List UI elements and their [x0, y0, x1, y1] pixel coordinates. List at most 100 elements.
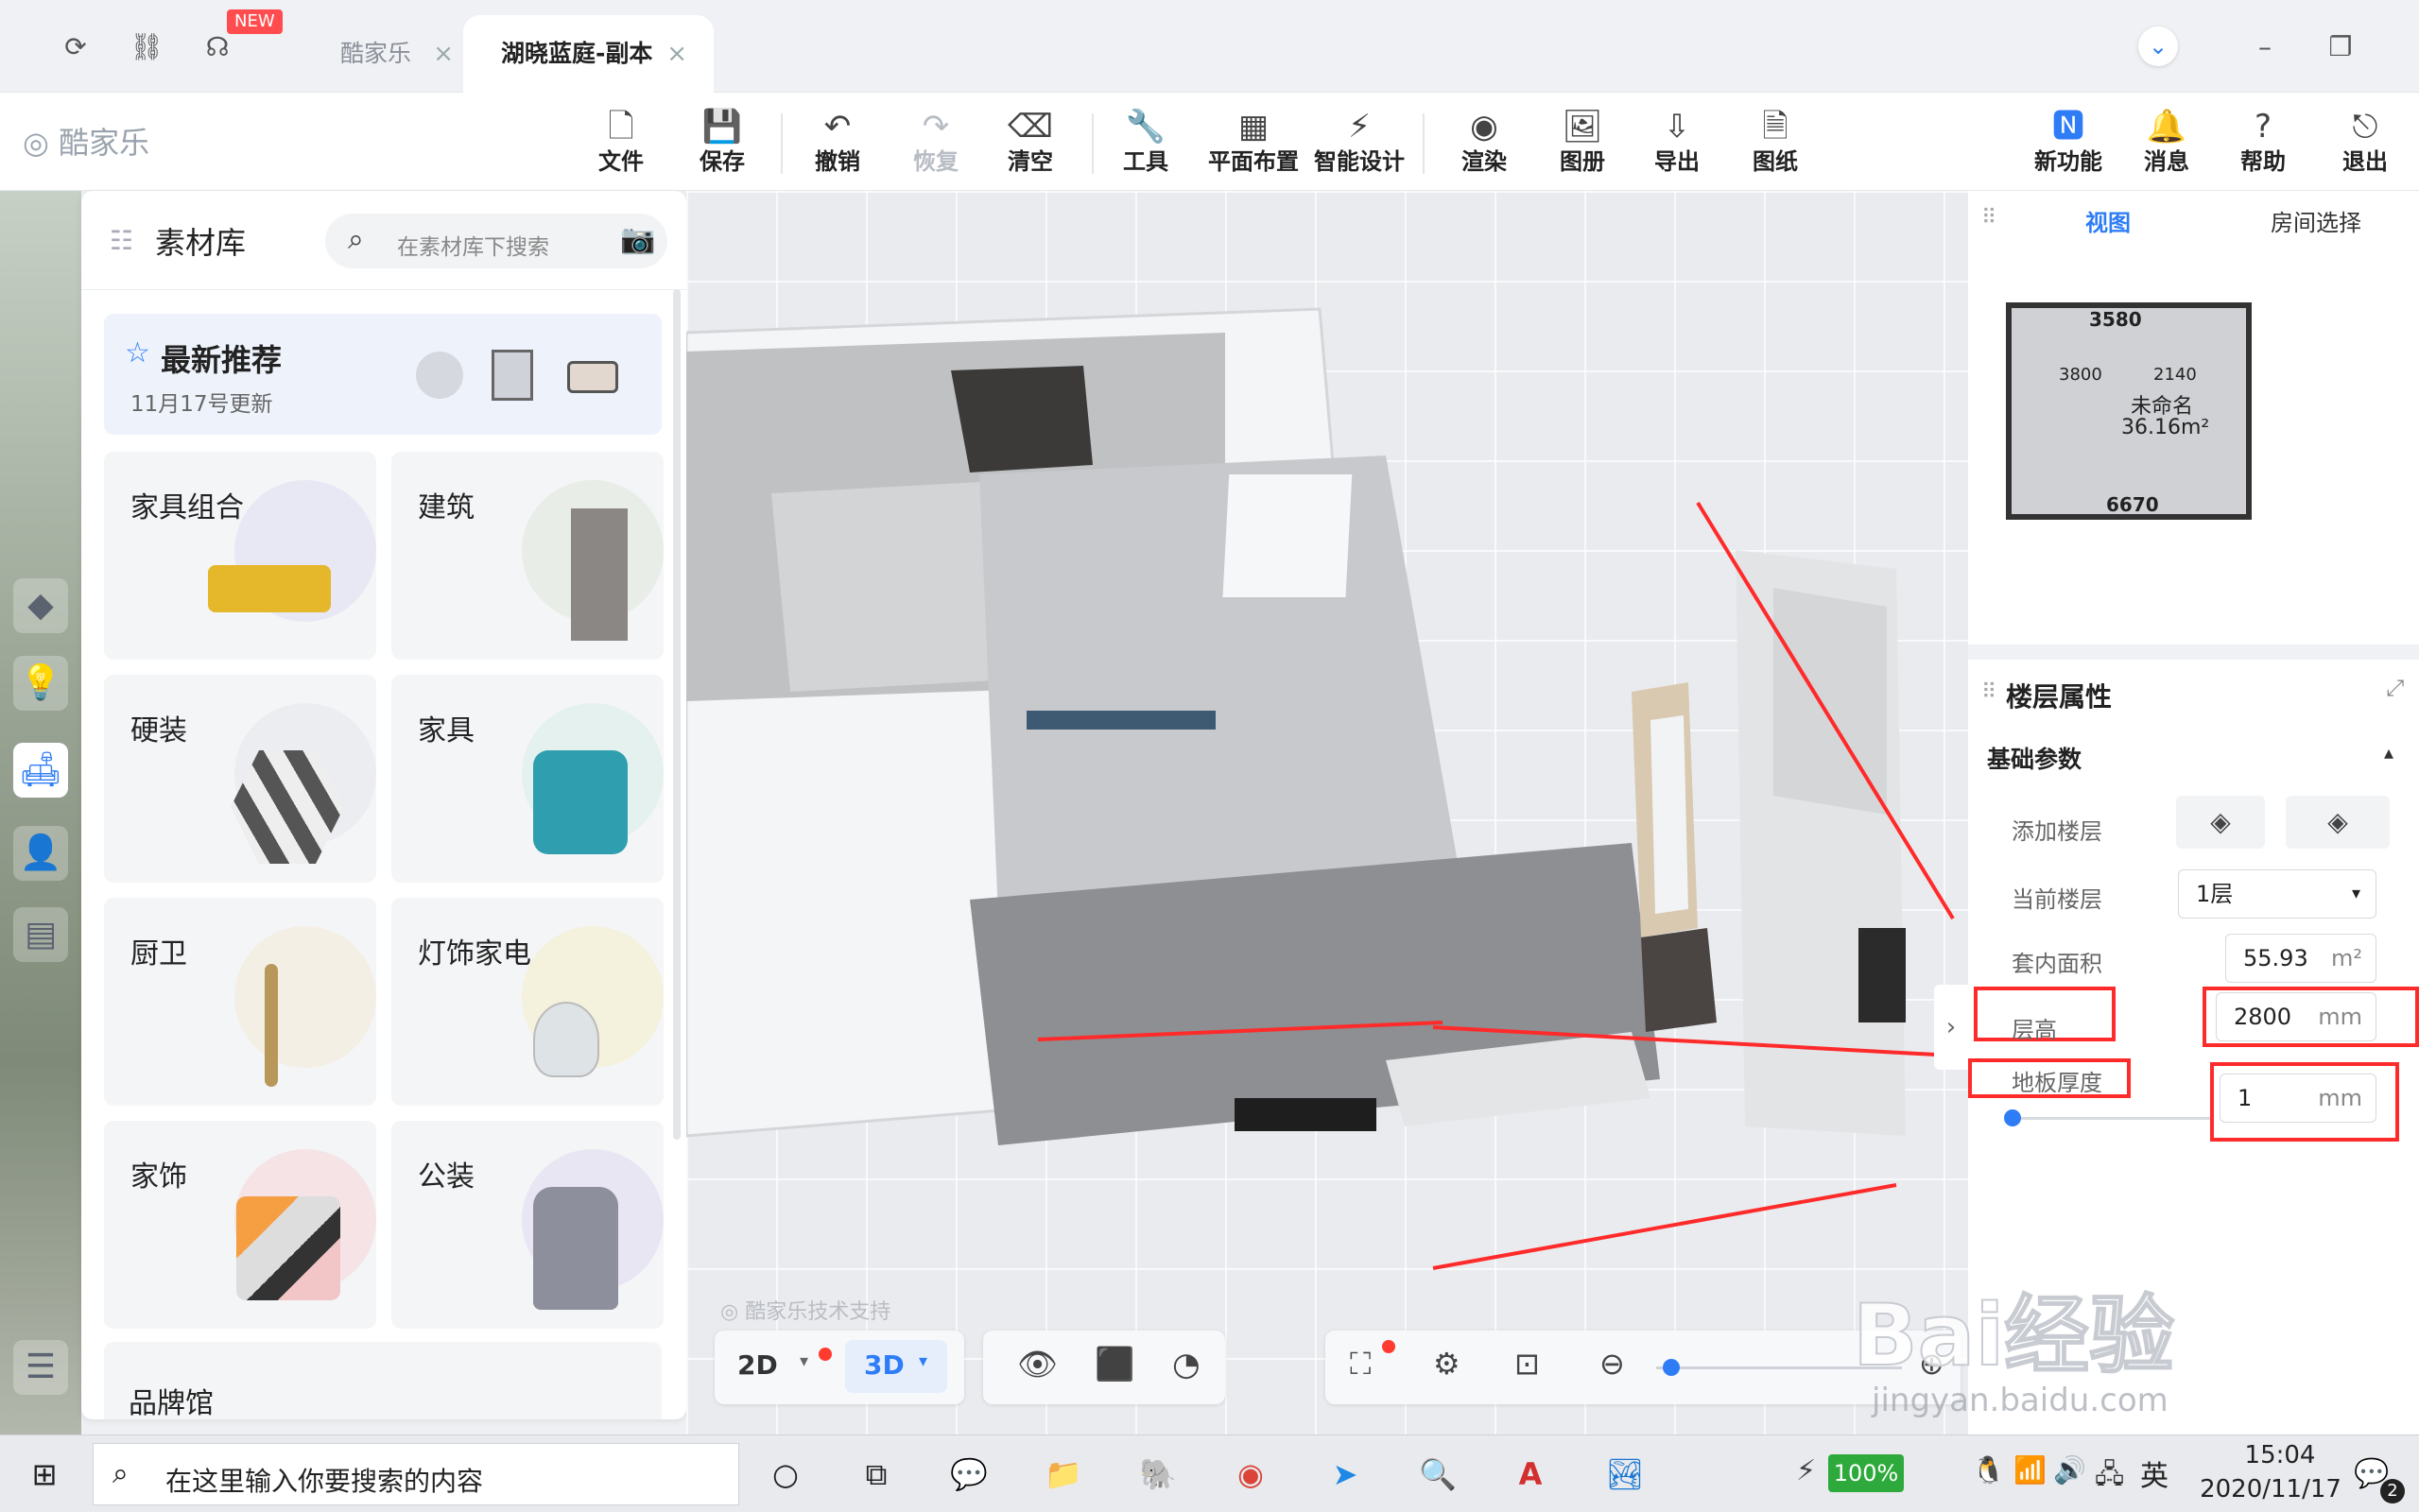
- category-card[interactable]: 建筑: [391, 452, 664, 660]
- camera-settings-icon[interactable]: ⚙: [1433, 1346, 1460, 1382]
- wifi-icon[interactable]: 📶: [2013, 1454, 2047, 1486]
- chat-search-icon[interactable]: 🔍: [1410, 1447, 1465, 1502]
- battery-indicator[interactable]: 100%: [1828, 1454, 1904, 1492]
- 3d-viewport[interactable]: ◎ 酷家乐技术支持 › 2D ▾ 3D ▾ 👁 ⬛ ◔ ⛶ ⚙ ⊡ ⊖ ⊕: [686, 191, 1968, 1435]
- scrollbar[interactable]: [673, 289, 681, 1140]
- category-card[interactable]: 灯饰家电: [391, 898, 664, 1106]
- panel-toggle-icon[interactable]: ☰: [13, 1340, 68, 1395]
- messages-button[interactable]: 🔔 消息: [2119, 106, 2214, 181]
- focus-icon[interactable]: ⊡: [1514, 1346, 1540, 1382]
- wechat-icon[interactable]: 💬: [942, 1447, 996, 1502]
- smart-design-button[interactable]: ⚡ 智能设计: [1306, 106, 1412, 181]
- search-input[interactable]: 在素材库下搜索: [397, 229, 549, 261]
- cabinet-icon[interactable]: ▤: [13, 907, 68, 962]
- export-button[interactable]: ⇩ 导出: [1630, 106, 1724, 181]
- cortana-icon[interactable]: ○: [758, 1447, 813, 1502]
- featured-card[interactable]: ☆ 最新推荐 11月17号更新: [104, 314, 662, 435]
- camera-search-icon[interactable]: 📷: [620, 223, 655, 256]
- chevron-down-icon[interactable]: ▾: [919, 1351, 927, 1371]
- redo-icon: ↷: [922, 108, 950, 146]
- drawings-button[interactable]: 🗎 图纸: [1728, 106, 1823, 181]
- chevron-up-icon[interactable]: ▴: [2384, 741, 2393, 764]
- gallery-button[interactable]: 🖼 图册: [1535, 106, 1630, 181]
- minimize-icon[interactable]: –: [2246, 28, 2284, 66]
- current-floor-select[interactable]: 1层 ▾: [2178, 869, 2376, 919]
- category-card[interactable]: 家饰: [104, 1121, 376, 1329]
- clear-button[interactable]: ⌫ 清空: [983, 106, 1078, 181]
- drag-handle-icon[interactable]: ⠿: [1981, 206, 1996, 230]
- add-floor-above-button[interactable]: ◈: [2176, 796, 2265, 849]
- close-icon[interactable]: ×: [433, 15, 454, 93]
- new-features-button[interactable]: 🅽 新功能: [2021, 106, 2116, 181]
- floor-layout-button[interactable]: ▦ 平面布置: [1201, 106, 1306, 181]
- taskbar-search-input[interactable]: 在这里输入你要搜索的内容: [165, 1461, 483, 1499]
- floor-thickness-field[interactable]: 1 mm: [2220, 1074, 2376, 1123]
- clock-date[interactable]: 2020/11/17: [2186, 1475, 2356, 1503]
- category-card[interactable]: 硬装: [104, 675, 376, 883]
- library-search[interactable]: ⌕ 在素材库下搜索 📷: [325, 214, 667, 268]
- user-icon[interactable]: 👤: [13, 826, 68, 881]
- zoom-out-icon[interactable]: ⊖: [1599, 1346, 1625, 1382]
- cube-icon[interactable]: ⬛: [1095, 1346, 1134, 1383]
- feishu-icon[interactable]: ➤: [1318, 1447, 1373, 1502]
- category-card[interactable]: 公装: [391, 1121, 664, 1329]
- tab-view[interactable]: 视图: [2085, 204, 2131, 237]
- floor-height-field[interactable]: 2800 mm: [2216, 992, 2376, 1041]
- tab-room-select[interactable]: 房间选择: [2271, 204, 2361, 237]
- tab-project[interactable]: 湖晓蓝庭-副本 ×: [463, 15, 714, 93]
- lightbulb-icon[interactable]: 💡: [13, 656, 68, 711]
- floor-thickness-slider[interactable]: [2012, 1117, 2210, 1120]
- file-button[interactable]: 🗋 文件: [574, 106, 668, 181]
- add-floor-below-button[interactable]: ◈: [2286, 796, 2390, 849]
- ime-indicator[interactable]: 英: [2140, 1452, 2168, 1494]
- logout-button[interactable]: ⎋ 退出: [2318, 106, 2412, 181]
- volume-icon[interactable]: 🔊: [2053, 1454, 2086, 1486]
- lamp-illustration: [533, 1002, 599, 1077]
- clock-time[interactable]: 15:04: [2223, 1441, 2337, 1469]
- windows-start-icon[interactable]: ⊞: [17, 1447, 72, 1502]
- link-icon[interactable]: ⛓: [128, 28, 165, 66]
- gauge-icon[interactable]: ◔: [1172, 1346, 1201, 1383]
- category-card[interactable]: 家具: [391, 675, 664, 883]
- save-button[interactable]: 💾 保存: [675, 106, 769, 181]
- 2d-button[interactable]: 2D: [737, 1349, 778, 1381]
- close-icon[interactable]: ×: [666, 15, 687, 93]
- taskbar-search[interactable]: ⌕ 在这里输入你要搜索的内容: [93, 1443, 739, 1505]
- chevron-down-icon[interactable]: ▾: [800, 1351, 808, 1371]
- panel-collapse-handle[interactable]: ›: [1934, 985, 1968, 1070]
- floor-thickness-slider-handle[interactable]: [2004, 1109, 2021, 1126]
- sofa-icon[interactable]: 🛋: [13, 743, 68, 798]
- help-button[interactable]: ? 帮助: [2216, 106, 2310, 181]
- floor-plan-icon[interactable]: ◆: [13, 578, 68, 633]
- floor-plan-thumbnail[interactable]: 3580 3800 2140 未命名 36.16m² 6670: [2006, 302, 2252, 520]
- category-card[interactable]: 家具组合: [104, 452, 376, 660]
- brand-hall-card[interactable]: 品牌馆: [104, 1342, 662, 1419]
- chrome-icon[interactable]: ◉: [1223, 1447, 1278, 1502]
- category-card[interactable]: 厨卫: [104, 898, 376, 1106]
- render-button[interactable]: ◉ 渲染: [1437, 106, 1531, 181]
- watermark-text: 酷家乐技术支持: [745, 1300, 891, 1324]
- screenshot-icon[interactable]: ⛶: [1350, 1346, 1371, 1383]
- right-panel: ⠿ 视图 房间选择 3580 3800 2140 未命名 36.16m² 667…: [1968, 191, 2419, 1435]
- tab-kujiale[interactable]: 酷家乐 ×: [302, 15, 463, 93]
- eye-icon[interactable]: 👁: [1017, 1346, 1058, 1383]
- file-explorer-icon[interactable]: 📁: [1036, 1447, 1091, 1502]
- undo-button[interactable]: ↶ 撤销: [790, 106, 885, 181]
- task-view-icon[interactable]: ⧉: [849, 1447, 904, 1502]
- tools-button[interactable]: 🔧 工具: [1098, 106, 1193, 181]
- evernote-icon[interactable]: 🐘: [1131, 1447, 1185, 1502]
- collapse-icon[interactable]: ⌄: [2138, 26, 2178, 66]
- headset-icon[interactable]: ☊: [199, 28, 236, 66]
- photos-icon[interactable]: 🏞: [1598, 1447, 1652, 1502]
- material-library-panel: ☷ 素材库 ⌕ 在素材库下搜索 📷 ☆ 最新推荐 11月17号更新 家具组合 建…: [81, 191, 686, 1419]
- qq-icon[interactable]: 🐧: [1972, 1454, 2005, 1486]
- inner-area-field[interactable]: 55.93 m²: [2225, 934, 2376, 983]
- acrobat-icon[interactable]: A: [1503, 1447, 1558, 1502]
- drag-handle-icon[interactable]: ⠿: [1981, 680, 1996, 704]
- expand-icon[interactable]: ⤢: [2386, 675, 2404, 701]
- network-icon[interactable]: 🖧: [2095, 1454, 2124, 1500]
- restore-icon[interactable]: ❐: [2322, 28, 2359, 66]
- redo-button[interactable]: ↷ 恢复: [889, 106, 983, 181]
- zoom-slider-handle[interactable]: [1663, 1359, 1680, 1376]
- refresh-icon[interactable]: ⟳: [57, 28, 95, 66]
